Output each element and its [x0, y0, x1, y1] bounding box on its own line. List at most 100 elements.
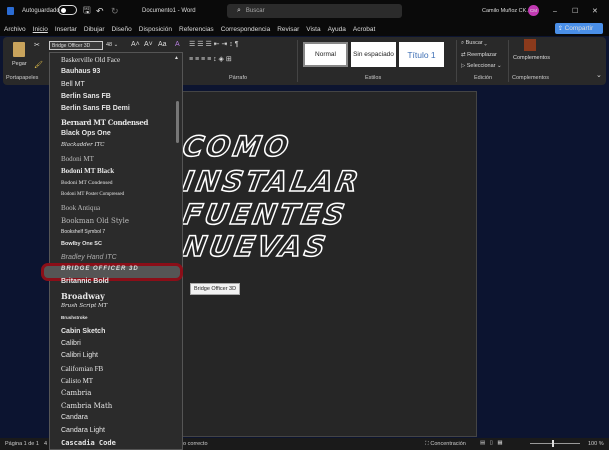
- font-option[interactable]: Bookshelf Symbol 7: [61, 229, 105, 235]
- font-option[interactable]: Cambria Math: [61, 402, 112, 410]
- document-page[interactable]: COMO INSTALAR FUENTES NUEVAS: [179, 91, 477, 437]
- search-input[interactable]: ⌕ Buscar: [227, 4, 402, 18]
- autosave-label: Autoguardado: [22, 8, 60, 14]
- font-option[interactable]: Blackadder ITC: [61, 142, 105, 148]
- doc-line: FUENTES: [179, 197, 350, 232]
- tab-insertar[interactable]: Insertar: [55, 26, 77, 33]
- title-bar: Autoguardado 🖫 ↶ ↻ Documento1 - Word ⌕ B…: [0, 0, 609, 22]
- change-case-icon[interactable]: Aa: [158, 41, 167, 48]
- user-name: Camilo Muñoz CK.: [482, 8, 528, 14]
- proofing-status: do correcto: [180, 441, 208, 447]
- font-option[interactable]: Candara: [61, 414, 88, 421]
- save-icon[interactable]: 🖫: [83, 3, 91, 19]
- font-option[interactable]: Californian FB: [61, 365, 103, 373]
- view-icons[interactable]: ▤ ▯ ▦: [480, 440, 503, 446]
- autosave-toggle[interactable]: [58, 5, 77, 15]
- font-option[interactable]: Black Ops One: [61, 130, 111, 137]
- doc-line: COMO: [179, 129, 294, 164]
- font-option[interactable]: Bodoni MT Condensed: [61, 180, 113, 186]
- close-icon[interactable]: ✕: [592, 7, 598, 15]
- font-option[interactable]: Calibri Light: [61, 352, 98, 359]
- font-option[interactable]: Calisto MT: [61, 377, 93, 385]
- scroll-up-icon[interactable]: ▲: [174, 55, 179, 61]
- cut-icon[interactable]: ✂: [34, 41, 40, 49]
- maximize-icon[interactable]: ☐: [572, 7, 578, 15]
- font-option[interactable]: Book Antiqua: [61, 204, 100, 212]
- font-dropdown: ▲ Baskerville Old Face Bauhaus 93 Bell MT B…: [41, 52, 183, 450]
- word-icon: [7, 7, 14, 15]
- tab-ayuda[interactable]: Ayuda: [328, 26, 346, 33]
- tab-referencias[interactable]: Referencias: [179, 26, 214, 33]
- group-styles: Estilos: [365, 75, 382, 81]
- font-option[interactable]: Berlin Sans FB Demi: [61, 105, 130, 112]
- tab-diseno[interactable]: Diseño: [112, 26, 132, 33]
- group-clipboard: Portapapeles: [6, 75, 39, 81]
- zoom-level: 100 %: [588, 441, 604, 447]
- bullets-icon[interactable]: ☰ ☰ ☰ ⇤ ⇥ ↕ ¶: [189, 40, 239, 48]
- font-option[interactable]: Bradley Hand ITC: [61, 254, 117, 261]
- tab-acrobat[interactable]: Acrobat: [353, 26, 375, 33]
- tab-vista[interactable]: Vista: [306, 26, 320, 33]
- grow-font-icon[interactable]: A˄: [131, 41, 140, 48]
- group-editing: Edición: [474, 75, 493, 81]
- font-option[interactable]: Brushstroke: [61, 315, 88, 320]
- style-no-spacing[interactable]: Sin espaciado: [351, 42, 396, 67]
- group-addins: Complementos: [512, 75, 549, 81]
- minimize-icon[interactable]: –: [553, 8, 557, 15]
- shrink-font-icon[interactable]: A˅: [144, 41, 153, 48]
- find-button[interactable]: ⌕ Buscar ⌄: [461, 40, 487, 47]
- tab-revisar[interactable]: Revisar: [277, 26, 299, 33]
- font-option[interactable]: Brush Script MT: [61, 303, 107, 309]
- collapse-ribbon-icon[interactable]: ⌄: [596, 71, 602, 79]
- font-option[interactable]: Candara Light: [61, 427, 105, 434]
- font-option[interactable]: Berlin Sans FB: [61, 93, 111, 100]
- font-option[interactable]: Britannic Bold: [61, 278, 109, 285]
- font-option[interactable]: Cascadia Code: [61, 439, 116, 447]
- paste-icon[interactable]: [13, 42, 25, 57]
- tab-inicio[interactable]: Inicio: [33, 26, 48, 33]
- font-option[interactable]: Calibri: [61, 340, 81, 347]
- avatar[interactable]: CM: [528, 5, 539, 16]
- replace-button[interactable]: ⇄ Reemplazar: [461, 52, 497, 58]
- undo-icon[interactable]: ↶: [96, 6, 104, 17]
- ribbon-tabs: Archivo Inicio Insertar Dibujar Diseño D…: [0, 22, 609, 36]
- font-option[interactable]: Cabin Sketch: [61, 328, 105, 335]
- word-count: 4: [44, 441, 48, 447]
- font-tooltip: Bridge Officer 3D: [190, 283, 241, 295]
- format-painter-icon[interactable]: 🖌: [34, 61, 43, 69]
- addins-icon[interactable]: [524, 39, 536, 51]
- tab-dibujar[interactable]: Dibujar: [84, 26, 105, 33]
- font-option[interactable]: Bernard MT Condensed: [61, 118, 148, 127]
- page-count: Página 1 de 1: [5, 441, 39, 447]
- doc-line: NUEVAS: [179, 229, 331, 264]
- focus-button[interactable]: ⛶ Concentración: [425, 441, 466, 448]
- share-button[interactable]: ⇪ Compartir: [555, 23, 603, 34]
- addins-button[interactable]: Complementos: [513, 55, 550, 61]
- scrollbar[interactable]: [176, 101, 179, 143]
- select-button[interactable]: ▷ Seleccionar ⌄: [461, 63, 502, 69]
- font-name-input[interactable]: Bridge Officer 3D: [49, 41, 103, 50]
- style-normal[interactable]: Normal: [303, 42, 348, 67]
- zoom-slider[interactable]: [530, 440, 580, 447]
- font-size-input[interactable]: 48 ⌄: [106, 41, 126, 50]
- redo-icon[interactable]: ↻: [111, 6, 119, 17]
- clear-format-icon[interactable]: A: [175, 41, 180, 48]
- search-icon: ⌕: [237, 7, 241, 14]
- font-option[interactable]: Bridge Officer 3D: [61, 266, 139, 272]
- font-option[interactable]: Cambria: [61, 389, 91, 397]
- tab-correspondencia[interactable]: Correspondencia: [221, 26, 271, 33]
- font-option[interactable]: Bowlby One SC: [61, 241, 102, 247]
- align-icons[interactable]: ≡ ≡ ≡ ≡ ↕ ◈ ⊞: [189, 55, 232, 63]
- font-option[interactable]: Bookman Old Style: [61, 217, 129, 225]
- font-option[interactable]: Baskerville Old Face: [61, 56, 120, 64]
- font-option[interactable]: Broadway: [61, 291, 105, 301]
- font-option[interactable]: Bell MT: [61, 81, 85, 88]
- tab-disposicion[interactable]: Disposición: [139, 26, 172, 33]
- font-option[interactable]: Bodoni MT Poster Compressed: [61, 192, 124, 197]
- paste-button[interactable]: Pegar: [12, 61, 27, 67]
- tab-archivo[interactable]: Archivo: [4, 26, 26, 33]
- font-option[interactable]: Bodoni MT: [61, 155, 94, 163]
- font-option[interactable]: Bauhaus 93: [61, 68, 100, 75]
- style-heading1[interactable]: Título 1: [399, 42, 444, 67]
- font-option[interactable]: Bodoni MT Black: [61, 167, 114, 175]
